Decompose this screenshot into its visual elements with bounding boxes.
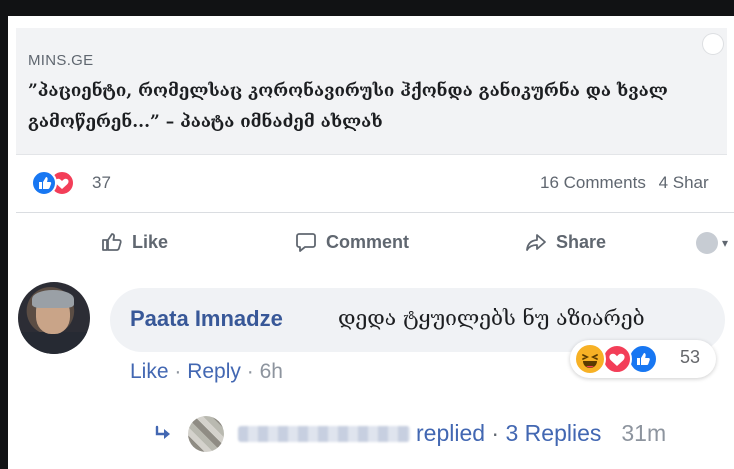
link-preview-card[interactable]: MINS.GE ”პაციენტი, რომელსაც კორონავირუსი…	[16, 28, 727, 155]
comment-button-label: Comment	[326, 231, 410, 252]
comment-text: დედა ტყუილებს ნუ აზიარებ	[338, 306, 645, 330]
comments-shares-summary: 16 Comments 4 Shar	[540, 173, 709, 193]
link-domain: MINS.GE	[28, 52, 94, 69]
comment-like-link[interactable]: Like	[130, 360, 169, 383]
link-headline[interactable]: ”პაციენტი, რომელსაც კორონავირუსი ჰქონდა …	[28, 76, 718, 138]
caret-down-icon: ▾	[722, 236, 729, 250]
replies-timestamp: 31m	[621, 420, 667, 446]
stats-divider	[16, 212, 734, 213]
replies-count: 3 Replies	[505, 420, 602, 446]
comment-author[interactable]: Paata Imnadze	[130, 306, 283, 332]
commenter-avatar[interactable]	[18, 282, 90, 354]
comment-reactions[interactable]: 53	[570, 340, 716, 378]
love-reaction-icon	[602, 344, 632, 374]
comment-reply-link[interactable]: Reply	[187, 360, 241, 383]
replies-summary[interactable]: replied · 3 Replies 31m	[416, 420, 666, 447]
replied-label: replied	[416, 420, 486, 446]
meta-separator: ·	[168, 360, 188, 383]
replies-separator: ·	[485, 420, 506, 446]
like-button-label: Like	[132, 231, 169, 252]
post-stats-row: 37 16 Comments 4 Shar	[16, 164, 734, 200]
more-options-icon[interactable]	[703, 34, 723, 54]
like-reaction-icon	[628, 344, 658, 374]
meta-separator: ·	[240, 360, 260, 383]
comment-timestamp[interactable]: 6h	[260, 360, 283, 383]
share-arrow-icon	[526, 234, 546, 251]
shares-count-link[interactable]: 4 Shar	[659, 173, 709, 192]
react-as-selector[interactable]: ▾	[696, 232, 728, 254]
thumbs-up-icon	[102, 233, 122, 251]
comment-bubble-icon	[296, 233, 316, 252]
like-reaction-icon[interactable]	[31, 170, 57, 196]
share-button[interactable]: Share	[524, 228, 606, 256]
comments-count-link[interactable]: 16 Comments	[540, 173, 646, 192]
reply-arrow-icon	[155, 425, 170, 439]
replier-avatar-blurred[interactable]	[188, 416, 224, 452]
like-button[interactable]: Like	[100, 228, 168, 256]
comment-meta: Like · Reply · 6h	[130, 360, 283, 384]
comment-button[interactable]: Comment	[294, 228, 409, 256]
comment-reaction-count: 53	[680, 347, 701, 367]
post-action-bar: Like Comment Share ▾	[16, 216, 734, 268]
replier-name-blurred[interactable]	[238, 426, 410, 442]
haha-reaction-icon	[574, 343, 606, 375]
reaction-count[interactable]: 37	[92, 173, 111, 193]
view-replies-row[interactable]: replied · 3 Replies 31m	[154, 414, 734, 454]
facebook-post: MINS.GE ”პაციენტი, რომელსაც კორონავირუსი…	[8, 16, 734, 469]
page-avatar-icon	[696, 232, 718, 254]
share-button-label: Share	[556, 231, 607, 252]
